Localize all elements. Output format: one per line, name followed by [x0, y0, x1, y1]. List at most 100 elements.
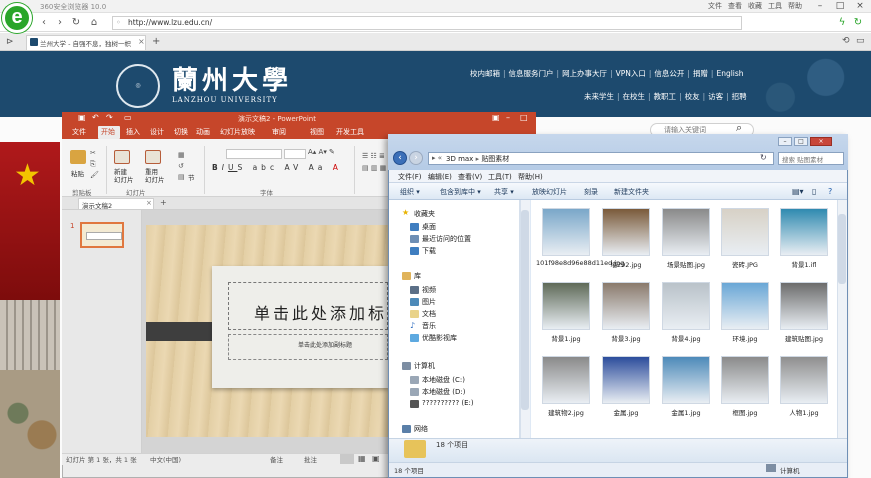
nav-email[interactable]: 校内邮箱	[470, 69, 500, 78]
nav-disk-e[interactable]: ?????????? (E:)	[422, 399, 474, 407]
reuse-slide-label[interactable]: 重用 幻灯片	[145, 168, 165, 184]
explorer-menu-help[interactable]: 帮助(H)	[518, 172, 543, 182]
undo-icon[interactable]: ↶	[92, 113, 99, 122]
slide-title[interactable]: 单击此处添加标题	[254, 300, 406, 324]
section-label[interactable]: 节	[188, 172, 195, 182]
ppt-ribbon-options-icon[interactable]: ▣	[492, 113, 500, 122]
layout-reset-section-icons[interactable]: ▦ ↺ ▤	[178, 150, 185, 183]
paste-label[interactable]: 粘贴	[71, 168, 84, 178]
explorer-menu-tools[interactable]: 工具(T)	[488, 172, 512, 182]
browser-menu-favorites[interactable]: 收藏	[748, 1, 762, 11]
file-item[interactable]: 建筑物2.jpg	[536, 356, 596, 417]
tab-list-icon[interactable]: ▭	[856, 36, 865, 46]
nav-pane-scroll-thumb[interactable]	[521, 210, 529, 410]
file-item[interactable]: 背景3.jpg	[596, 282, 656, 343]
search-icon[interactable]: ⌕	[736, 121, 742, 135]
browser-menu-view[interactable]: 查看	[728, 1, 742, 11]
explorer-menu-file[interactable]: 文件(F)	[398, 172, 422, 182]
reload-green-icon[interactable]: ↻	[852, 17, 864, 29]
ppt-minimize-icon[interactable]: –	[506, 113, 510, 122]
file-item[interactable]: 框图.jpg	[715, 356, 775, 417]
lightning-icon[interactable]: ϟ	[836, 17, 848, 29]
nav-computer[interactable]: 计算机	[414, 361, 435, 371]
explorer-refresh-icon[interactable]: ↻	[760, 153, 767, 162]
nav-service-hall[interactable]: 网上办事大厅	[562, 69, 607, 78]
nav-youku[interactable]: 优酷影视库	[422, 333, 457, 343]
file-item[interactable]: 背景4.jpg	[656, 282, 716, 343]
nav-donate[interactable]: 捐赠	[693, 69, 708, 78]
new-slide-icon[interactable]	[114, 150, 130, 164]
include-library-button[interactable]: 包含到库中 ▾	[440, 187, 481, 197]
new-folder-button[interactable]: 新建文件夹	[614, 187, 649, 197]
nav-students[interactable]: 在校生	[623, 92, 646, 101]
restore-tab-icon[interactable]: ⟲	[842, 36, 850, 46]
nav-alumni[interactable]: 校友	[685, 92, 700, 101]
nav-disk-c[interactable]: 本地磁盘 (C:)	[422, 375, 465, 385]
nav-desktop[interactable]: 桌面	[422, 222, 436, 232]
browser-menu-help[interactable]: 帮助	[788, 1, 802, 11]
back-icon[interactable]: ‹	[38, 17, 50, 29]
explorer-menu-edit[interactable]: 编辑(E)	[428, 172, 452, 182]
tab-animations[interactable]: 动画	[196, 127, 210, 137]
organize-button[interactable]: 组织 ▾	[400, 187, 420, 197]
nav-pictures[interactable]: 图片	[422, 297, 436, 307]
university-name-cn[interactable]: 蘭州大學	[172, 60, 292, 97]
file-item[interactable]: 金属1.jpg	[656, 356, 716, 417]
reading-view-icon[interactable]: ▣	[372, 454, 380, 463]
browser-menu-file[interactable]: 文件	[708, 1, 722, 11]
browser-logo-icon[interactable]: e	[2, 3, 32, 33]
file-item[interactable]: 101f98e8d96e88d11ed.jpg	[536, 208, 624, 268]
tab-developer[interactable]: 开发工具	[336, 127, 364, 137]
share-button[interactable]: 共享 ▾	[494, 187, 514, 197]
font-format-icons[interactable]: BIUS abc AV Aa A	[212, 163, 342, 172]
forward-icon[interactable]: ›	[54, 17, 66, 29]
slideshow-button[interactable]: 放映幻灯片	[532, 187, 567, 197]
tab-file[interactable]: 文件	[72, 127, 86, 137]
file-item[interactable]: 环境.jpg	[715, 282, 775, 343]
file-item[interactable]: 场景贴图.jpg	[656, 208, 716, 269]
nav-recent[interactable]: 最近访问的位置	[422, 234, 471, 244]
font-grow-shrink-icons[interactable]: A▴ A▾ ✎	[308, 148, 335, 156]
tab-slideshow[interactable]: 幻灯片放映	[220, 127, 255, 137]
nav-jobs[interactable]: 招聘	[732, 92, 747, 101]
nav-music[interactable]: 音乐	[422, 321, 436, 331]
burn-button[interactable]: 刻录	[584, 187, 598, 197]
nav-network[interactable]: 网络	[414, 424, 428, 434]
close-icon[interactable]: ×	[850, 0, 870, 12]
save-icon[interactable]: ▣	[78, 113, 86, 122]
view-options-icon[interactable]: ▤▾	[792, 187, 804, 196]
breadcrumb-3dmax[interactable]: 3D max	[446, 155, 473, 163]
font-name-select[interactable]	[226, 149, 282, 159]
tab-home[interactable]: 开始	[101, 127, 115, 137]
explorer-forward-icon[interactable]: ›	[409, 151, 423, 165]
file-item[interactable]: 背景1.ifl	[774, 208, 834, 269]
nav-staff[interactable]: 教职工	[654, 92, 677, 101]
paragraph-icons[interactable]: ☰ ☷ ≣ ▤ ▥ ▦	[362, 150, 386, 174]
browser-menu-tools[interactable]: 工具	[768, 1, 782, 11]
start-slideshow-icon[interactable]: ▭	[124, 113, 132, 122]
tab-view[interactable]: 视图	[310, 127, 324, 137]
refresh-icon[interactable]: ↻	[70, 17, 82, 29]
nav-future-students[interactable]: 未来学生	[584, 92, 614, 101]
file-item[interactable]: 背景1.jpg	[536, 282, 596, 343]
nav-info-public[interactable]: 信息公开	[654, 69, 684, 78]
nav-visitors[interactable]: 访客	[708, 92, 723, 101]
file-item[interactable]: 人物1.jpg	[774, 356, 834, 417]
nav-downloads[interactable]: 下载	[422, 246, 436, 256]
tab-transitions[interactable]: 切换	[174, 127, 188, 137]
address-text[interactable]: http://www.lzu.edu.cn/	[128, 18, 212, 27]
preview-pane-icon[interactable]: ▯	[812, 187, 816, 196]
slide-subtitle[interactable]: 单击此处添加副标题	[298, 340, 352, 349]
document-tab-close-icon[interactable]: ×	[146, 199, 152, 207]
tab-close-icon[interactable]: ×	[138, 37, 145, 46]
tab-review[interactable]: 审阅	[272, 127, 286, 137]
file-item[interactable]: 金属.jpg	[596, 356, 656, 417]
cut-copy-icons[interactable]: ✂ ⎘ 🖌	[90, 148, 99, 181]
sorter-view-icon[interactable]: ▦	[358, 454, 366, 463]
nav-documents[interactable]: 文档	[422, 309, 436, 319]
explorer-minimize-icon[interactable]: –	[778, 137, 792, 146]
explorer-back-icon[interactable]: ‹	[393, 151, 407, 165]
nav-english[interactable]: English	[716, 69, 743, 78]
maximize-icon[interactable]: □	[830, 0, 850, 12]
nav-libraries[interactable]: 库	[414, 271, 421, 281]
